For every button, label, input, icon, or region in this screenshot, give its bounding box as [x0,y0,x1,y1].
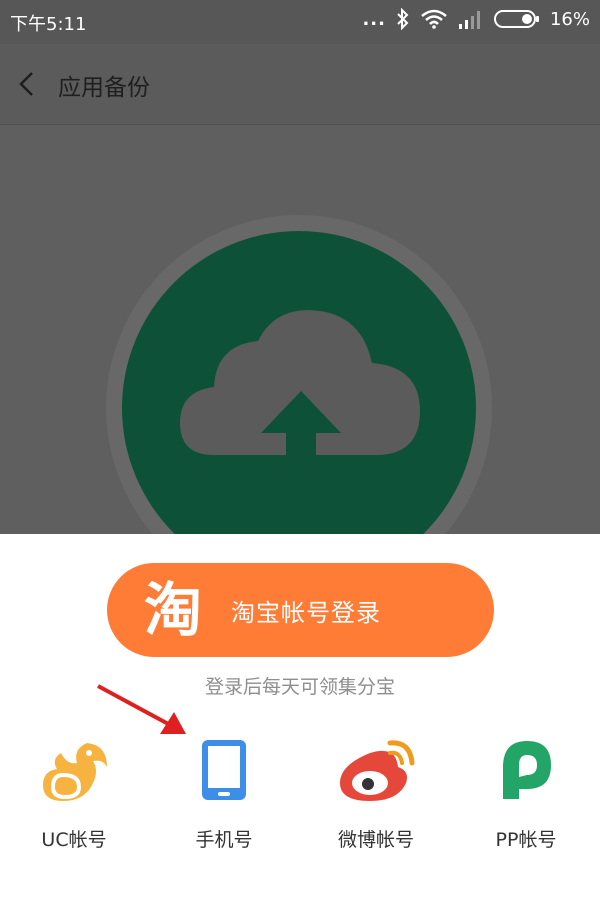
pp-account-option[interactable]: PP帐号 [456,730,596,860]
app-bar: 应用备份 [0,44,600,125]
bluetooth-icon [397,8,409,30]
cloud-upload-icon [180,310,420,485]
phone-option[interactable]: 手机号 [154,730,294,860]
pp-account-label: PP帐号 [495,829,557,851]
uc-squirrel-icon [43,743,107,801]
status-icons: ... 16% [362,8,590,30]
status-time: 下午5:11 [10,14,87,35]
backup-hero [0,125,600,535]
login-options: UC帐号 手机号 微博帐号 PP帐号 [0,730,600,870]
page-title: 应用备份 [58,75,150,101]
taobao-login-button[interactable]: 淘 淘宝帐号登录 [107,563,494,657]
battery-icon [493,10,539,28]
taobao-login-label: 淘宝帐号登录 [231,599,381,627]
login-hint: 登录后每天可领集分宝 [204,676,395,698]
pp-icon [503,741,551,799]
chevron-left-icon[interactable] [14,70,40,98]
weibo-option[interactable]: 微博帐号 [306,730,446,860]
weibo-label: 微博帐号 [337,829,414,851]
phone-label: 手机号 [195,829,253,851]
signal-icon [458,11,480,29]
phone-icon [202,740,246,800]
wifi-icon [421,9,447,29]
taobao-logo-icon: 淘 [143,576,202,644]
weibo-icon [340,740,415,801]
login-sheet: 淘 淘宝帐号登录 登录后每天可领集分宝 UC帐号 手机号 微博帐号 PP帐号 [0,534,600,917]
uc-account-option[interactable]: UC帐号 [4,730,144,860]
battery-level: 16% [549,8,590,30]
uc-account-label: UC帐号 [41,829,107,851]
more-dots: ... [362,8,386,30]
status-bar: 下午5:11 ... 16% [0,0,600,44]
